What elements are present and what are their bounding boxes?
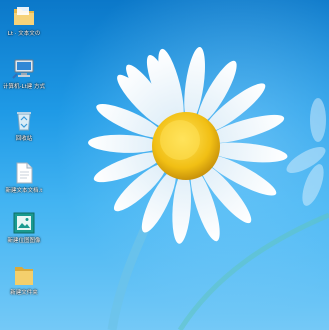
desktop-icon-computer[interactable]: 计算机-Lt建 方式 — [0, 56, 48, 91]
desktop-icon-recycle-bin[interactable]: 回收站 — [0, 108, 48, 143]
desktop-icon-text-document[interactable]: 新建文本文档.t — [0, 160, 48, 195]
desktop-icon-label: 新建文本文档.t — [5, 188, 43, 194]
desktop-icon-label: 新建文件夹 — [10, 290, 38, 296]
computer-icon — [12, 59, 34, 79]
desktop-icon-label: Lt · 文本文の — [7, 31, 41, 37]
folder-icon — [14, 7, 34, 25]
desktop-icon-label: 新建位图图像 — [7, 238, 41, 244]
desktop-icon-folder-1[interactable]: Lt · 文本文の — [0, 3, 48, 38]
desktop[interactable]: Lt · 文本文の 计算机-Lt建 方式 回收站 新建文本文档.t 新建位图图像… — [0, 0, 329, 330]
desktop-icon-bitmap-image[interactable]: 新建位图图像 — [0, 210, 48, 245]
folder-icon — [15, 267, 33, 285]
desktop-icon-label: 回收站 — [15, 136, 33, 142]
desktop-icon-grid: Lt · 文本文の 计算机-Lt建 方式 回收站 新建文本文档.t 新建位图图像… — [0, 0, 50, 330]
text-document-icon — [16, 162, 33, 184]
recycle-bin-icon — [17, 112, 31, 131]
desktop-icon-folder-2[interactable]: 新建文件夹 — [0, 262, 48, 297]
bitmap-image-icon — [13, 212, 35, 234]
desktop-icon-label: 计算机-Lt建 方式 — [3, 84, 45, 90]
